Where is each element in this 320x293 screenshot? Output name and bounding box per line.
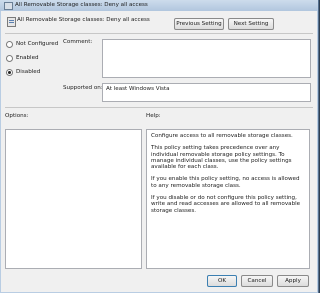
comment-textarea[interactable] [102, 39, 311, 78]
apply-button[interactable]: Apply [277, 275, 309, 287]
help-label: Help: [146, 113, 161, 119]
policy-icon [7, 17, 16, 27]
radio-label: Enabled [16, 55, 39, 61]
previous-setting-button[interactable]: Previous Setting [174, 18, 224, 30]
header-divider [5, 33, 313, 34]
policy-window: All Removable Storage classes: Deny all … [0, 0, 319, 293]
radio-not-configured[interactable]: Not Configured [6, 40, 58, 48]
help-text: Configure access to all removable storag… [151, 133, 306, 220]
supported-on-label: Supported on: [63, 85, 103, 91]
options-label: Options: [5, 113, 29, 119]
supported-on-value: At least Windows Vista [106, 86, 170, 92]
ok-button[interactable]: OK [207, 275, 237, 287]
dialog-client: All Removable Storage classes: Deny all … [1, 11, 317, 292]
cancel-button[interactable]: Cancel [241, 275, 273, 287]
radio-enabled[interactable]: Enabled [6, 54, 39, 62]
help-paragraph: If you enable this policy setting, no ac… [151, 176, 300, 189]
supported-on-field[interactable]: At least Windows Vista [102, 83, 311, 102]
options-panel[interactable] [5, 129, 142, 269]
next-setting-button[interactable]: Next Setting [228, 18, 274, 30]
radio-button-checked-icon[interactable] [6, 68, 13, 76]
radio-label: Not Configured [16, 41, 59, 47]
radio-disabled[interactable]: Disabled [6, 68, 40, 76]
help-paragraph: Configure access to all removable storag… [151, 133, 293, 139]
radio-button-icon[interactable] [6, 40, 13, 48]
radio-button-icon[interactable] [6, 54, 13, 62]
radio-label: Disabled [16, 69, 41, 75]
help-paragraph: If you disable or do not configure this … [151, 195, 301, 214]
help-paragraph: This policy setting takes precedence ove… [151, 145, 292, 171]
window-icon [4, 2, 13, 10]
help-panel[interactable]: Configure access to all removable storag… [146, 129, 310, 269]
window-title: All Removable Storage classes: Deny all … [15, 2, 148, 8]
policy-title: All Removable Storage classes: Deny all … [17, 17, 150, 23]
comment-label: Comment: [63, 39, 93, 45]
section-divider [5, 107, 313, 108]
title-bar[interactable]: All Removable Storage classes: Deny all … [0, 0, 318, 11]
